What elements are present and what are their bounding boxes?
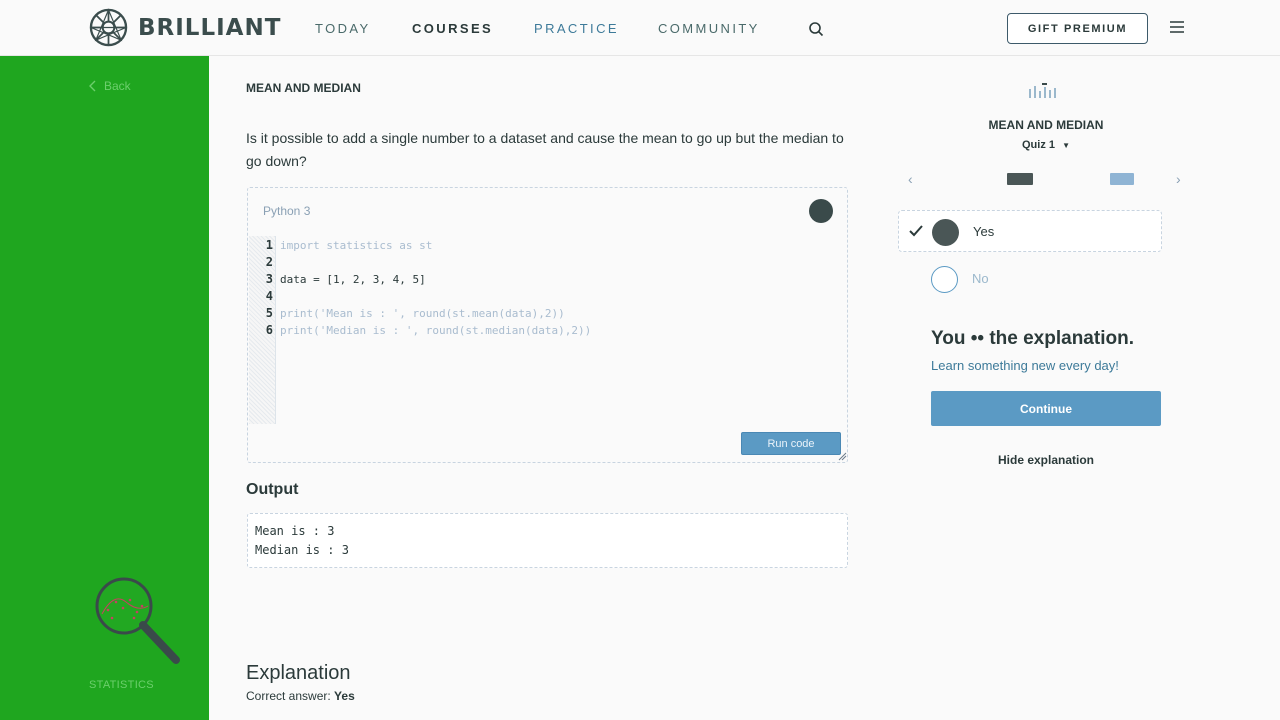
quiz-progress: ‹ › bbox=[908, 171, 1184, 187]
correct-answer: Correct answer: Yes bbox=[246, 689, 355, 703]
top-navigation: BRILLIANT TODAY COURSES PRACTICE COMMUNI… bbox=[0, 0, 1280, 56]
section-title: MEAN AND MEDIAN bbox=[246, 81, 361, 95]
line-number: 5 bbox=[265, 306, 273, 320]
back-label: Back bbox=[104, 79, 131, 93]
hamburger-menu-icon[interactable] bbox=[1169, 20, 1185, 34]
code-text: print('Mean is : ', round(st.mean(data),… bbox=[280, 307, 565, 320]
progress-current[interactable] bbox=[1007, 173, 1033, 185]
line-number: 3 bbox=[265, 272, 273, 286]
code-text: data = [1, 2, 3, 4, 5] bbox=[280, 273, 426, 286]
question-text: Is it possible to add a single number to… bbox=[246, 130, 844, 169]
code-editor[interactable]: Python 3 1 import statistics as st 2 3 d… bbox=[247, 187, 848, 463]
quiz-title: MEAN AND MEDIAN bbox=[988, 118, 1104, 132]
answer-choice-no[interactable]: No bbox=[898, 258, 1162, 300]
magnifier-chart-icon[interactable] bbox=[90, 572, 186, 672]
output-line: Median is : 3 bbox=[255, 543, 349, 557]
resize-handle-icon[interactable] bbox=[838, 452, 847, 461]
brilliant-logo-icon bbox=[89, 8, 128, 47]
gift-premium-button[interactable]: GIFT PREMIUM bbox=[1007, 13, 1148, 44]
code-line[interactable]: 5 print('Mean is : ', round(st.mean(data… bbox=[248, 305, 828, 322]
chevron-left-icon bbox=[89, 80, 96, 92]
quiz-panel: MEAN AND MEDIAN Quiz 1 ▼ ‹ › Yes No You … bbox=[898, 56, 1181, 720]
answer-choice-yes[interactable]: Yes bbox=[898, 210, 1162, 252]
course-label[interactable]: STATISTICS bbox=[89, 679, 154, 691]
choice-label: Yes bbox=[973, 224, 995, 239]
choice-label: No bbox=[972, 271, 989, 286]
brand-logo[interactable]: BRILLIANT bbox=[89, 8, 281, 47]
radio-selected bbox=[932, 219, 959, 246]
nav-courses[interactable]: COURSES bbox=[412, 21, 493, 36]
explanation-heading: You •• the explanation. bbox=[931, 328, 1134, 349]
main-content: MEAN AND MEDIAN Is it possible to add a … bbox=[246, 56, 856, 720]
chevron-right-icon[interactable]: › bbox=[1176, 171, 1181, 187]
code-line[interactable]: 1 import statistics as st bbox=[248, 237, 828, 254]
correct-answer-value: Yes bbox=[334, 689, 355, 703]
code-line[interactable]: 4 bbox=[248, 288, 828, 305]
output-title: Output bbox=[246, 481, 299, 498]
quiz-selector-label: Quiz 1 bbox=[1022, 139, 1056, 151]
nav-practice[interactable]: PRACTICE bbox=[534, 21, 619, 36]
course-sidebar: Back STATISTICS bbox=[0, 56, 209, 720]
line-number: 2 bbox=[265, 255, 273, 269]
radio-unselected bbox=[931, 266, 958, 293]
correct-answer-label: Correct answer: bbox=[246, 689, 331, 703]
language-label: Python 3 bbox=[263, 204, 311, 218]
code-line[interactable]: 3 data = [1, 2, 3, 4, 5] bbox=[248, 271, 828, 288]
explanation-title: Explanation bbox=[246, 662, 351, 684]
nav-today[interactable]: TODAY bbox=[315, 21, 371, 36]
output-line: Mean is : 3 bbox=[255, 524, 335, 538]
continue-button[interactable]: Continue bbox=[931, 391, 1161, 426]
line-number: 4 bbox=[265, 289, 273, 303]
code-text: print('Median is : ', round(st.median(da… bbox=[280, 324, 592, 337]
check-icon bbox=[909, 225, 923, 237]
search-icon[interactable] bbox=[808, 21, 824, 37]
output-console: Mean is : 3 Median is : 3 bbox=[247, 513, 848, 568]
run-code-button[interactable]: Run code bbox=[741, 432, 841, 455]
hide-explanation-link[interactable]: Hide explanation bbox=[931, 453, 1161, 467]
chevron-left-icon[interactable]: ‹ bbox=[908, 171, 913, 187]
quiz-selector[interactable]: Quiz 1 ▼ bbox=[898, 139, 1194, 151]
caret-down-icon: ▼ bbox=[1062, 141, 1070, 150]
explanation-subtext: Learn something new every day! bbox=[931, 358, 1119, 373]
brand-name: BRILLIANT bbox=[138, 14, 282, 41]
code-text: import statistics as st bbox=[280, 239, 433, 252]
back-link[interactable]: Back bbox=[88, 79, 131, 93]
code-line[interactable]: 6 print('Median is : ', round(st.median(… bbox=[248, 322, 828, 339]
line-number: 6 bbox=[265, 323, 273, 337]
progress-step[interactable] bbox=[1110, 173, 1134, 185]
nav-community[interactable]: COMMUNITY bbox=[658, 21, 760, 36]
code-line[interactable]: 2 bbox=[248, 254, 828, 271]
editor-settings-icon[interactable] bbox=[809, 199, 833, 223]
quiz-chart-icon bbox=[1029, 83, 1056, 98]
line-number: 1 bbox=[265, 238, 273, 252]
